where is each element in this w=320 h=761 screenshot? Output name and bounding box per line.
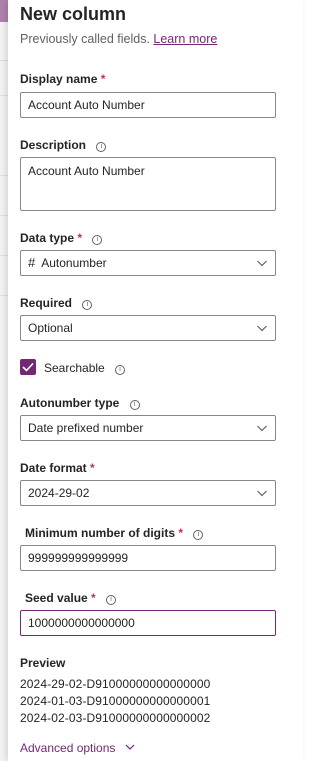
chevron-down-icon <box>257 260 267 267</box>
subtitle-text: Previously called fields. <box>20 32 150 46</box>
required-select[interactable]: Optional <box>20 315 276 341</box>
seed-value-label: Seed value * i <box>25 591 117 605</box>
minimum-digits-input[interactable]: 999999999999999 <box>20 545 276 571</box>
info-icon[interactable]: i <box>92 235 103 245</box>
chevron-down-icon <box>257 325 267 332</box>
data-type-label: Data type * i <box>20 231 103 245</box>
required-value: Optional <box>28 321 73 335</box>
required-label: Required i <box>20 296 93 310</box>
date-format-select[interactable]: 2024-29-02 <box>20 480 276 506</box>
required-asterisk: * <box>91 591 96 605</box>
date-format-value: 2024-29-02 <box>28 486 90 500</box>
preview-line: 2024-01-03-D91000000000000001 <box>20 694 211 708</box>
info-icon[interactable]: i <box>96 142 107 152</box>
data-type-select[interactable]: # Autonumber <box>20 250 276 276</box>
chevron-down-icon <box>257 425 267 432</box>
required-asterisk: * <box>178 526 184 540</box>
learn-more-link[interactable]: Learn more <box>153 32 217 46</box>
required-asterisk: * <box>90 461 95 475</box>
required-asterisk: * <box>100 72 106 86</box>
info-icon[interactable]: i <box>82 300 93 310</box>
info-icon[interactable]: i <box>129 400 140 410</box>
background-divider <box>0 60 8 61</box>
autonumber-type-value: Date prefixed number <box>28 421 144 435</box>
autonumber-type-select[interactable]: Date prefixed number <box>20 415 276 441</box>
description-label: Description i <box>20 138 107 152</box>
background-divider <box>0 215 8 216</box>
chevron-down-icon <box>125 744 135 750</box>
seed-value-input[interactable]: 1000000000000000 <box>20 610 276 636</box>
background-page <box>0 0 8 761</box>
chevron-down-icon <box>257 490 267 497</box>
display-name-label: Display name * <box>20 72 106 86</box>
minimum-digits-label: Minimum number of digits * i <box>25 526 204 540</box>
searchable-checkbox[interactable] <box>20 359 36 375</box>
info-icon[interactable]: i <box>193 530 204 540</box>
hash-icon: # <box>28 255 36 270</box>
background-divider <box>0 295 8 296</box>
display-name-input[interactable]: Account Auto Number <box>20 92 276 118</box>
searchable-label: Searchable i <box>44 361 126 375</box>
data-type-value: Autonumber <box>41 256 107 270</box>
preview-line: 2024-29-02-D91000000000000000 <box>20 677 211 691</box>
info-icon[interactable]: i <box>106 595 117 605</box>
new-column-panel: New column Previously called fields. Lea… <box>8 0 303 761</box>
autonumber-type-label: Autonumber type i <box>20 396 140 410</box>
info-icon[interactable]: i <box>115 365 126 375</box>
required-asterisk: * <box>77 231 83 245</box>
background-header-bar <box>0 0 8 22</box>
background-divider <box>0 95 8 96</box>
advanced-options-toggle[interactable]: Advanced options <box>20 741 135 755</box>
background-divider <box>0 175 8 176</box>
background-divider <box>0 255 8 256</box>
date-format-label: Date format * <box>20 461 95 475</box>
panel-subtitle: Previously called fields. Learn more <box>20 32 217 46</box>
panel-title: New column <box>20 4 127 24</box>
preview-line: 2024-02-03-D91000000000000002 <box>20 711 211 725</box>
preview-label: Preview <box>20 656 66 670</box>
description-textarea[interactable]: Account Auto Number <box>20 157 276 211</box>
checkmark-icon <box>22 362 34 372</box>
